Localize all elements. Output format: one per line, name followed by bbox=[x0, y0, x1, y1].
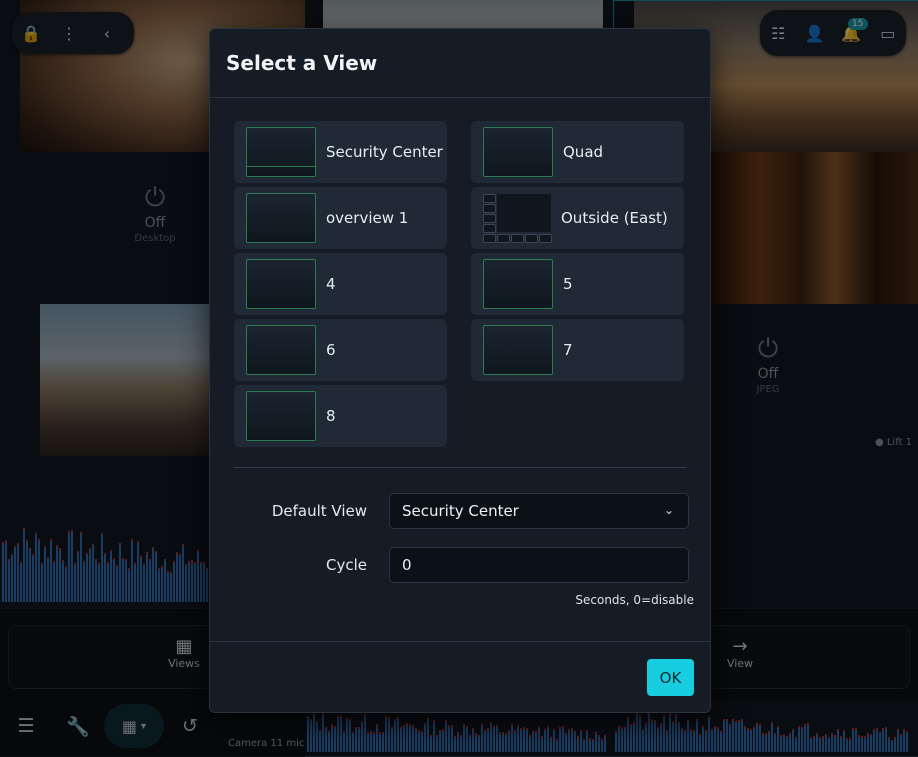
view-thumbnail bbox=[246, 325, 316, 375]
view-label: 8 bbox=[326, 407, 336, 425]
view-label: Outside (East) bbox=[561, 209, 668, 227]
cycle-hint: Seconds, 0=disable bbox=[575, 593, 694, 607]
cycle-input[interactable]: 0 bbox=[389, 547, 689, 583]
ok-button[interactable]: OK bbox=[647, 659, 694, 696]
view-thumbnail bbox=[483, 259, 553, 309]
view-thumbnail bbox=[483, 127, 553, 177]
view-label: 7 bbox=[563, 341, 573, 359]
cycle-label: Cycle bbox=[326, 556, 367, 574]
view-option-quad[interactable]: Quad bbox=[471, 121, 684, 183]
default-view-label: Default View bbox=[271, 502, 367, 520]
dialog-header: Select a View bbox=[210, 29, 710, 98]
cycle-value: 0 bbox=[402, 556, 412, 574]
view-option-5[interactable]: 5 bbox=[471, 253, 684, 315]
view-option-security-center[interactable]: Security Center bbox=[234, 121, 447, 183]
section-divider bbox=[234, 467, 686, 468]
view-thumbnail bbox=[483, 194, 552, 243]
view-option-6[interactable]: 6 bbox=[234, 319, 447, 381]
cycle-row: Cycle 0 bbox=[210, 547, 710, 583]
view-option-outside-east[interactable]: Outside (East) bbox=[471, 187, 684, 249]
view-thumbnail bbox=[483, 325, 553, 375]
view-label: Quad bbox=[563, 143, 604, 161]
dialog-title: Select a View bbox=[226, 51, 378, 75]
footer-divider bbox=[210, 641, 710, 642]
view-thumbnail bbox=[246, 391, 316, 441]
view-thumbnail bbox=[246, 193, 316, 243]
view-thumbnail bbox=[246, 259, 316, 309]
chevron-down-icon: ⌄ bbox=[663, 503, 674, 517]
view-label: 5 bbox=[563, 275, 573, 293]
default-view-row: Default View Security Center ⌄ bbox=[210, 493, 710, 529]
view-thumbnail bbox=[246, 127, 316, 177]
view-label: Security Center bbox=[326, 143, 443, 161]
default-view-select[interactable]: Security Center ⌄ bbox=[389, 493, 689, 529]
view-label: 6 bbox=[326, 341, 336, 359]
select-view-dialog: Select a View Security Center Quad overv… bbox=[209, 28, 711, 713]
view-label: overview 1 bbox=[326, 209, 409, 227]
view-option-7[interactable]: 7 bbox=[471, 319, 684, 381]
view-option-overview-1[interactable]: overview 1 bbox=[234, 187, 447, 249]
default-view-value: Security Center bbox=[402, 502, 519, 520]
view-option-4[interactable]: 4 bbox=[234, 253, 447, 315]
view-option-8[interactable]: 8 bbox=[234, 385, 447, 447]
view-label: 4 bbox=[326, 275, 336, 293]
